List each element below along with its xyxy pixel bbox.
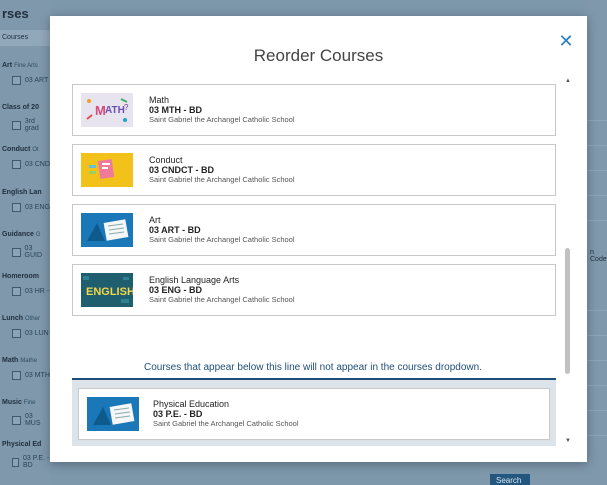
course-card-physical-education[interactable]: Physical Education 03 P.E. - BD Saint Ga… — [78, 388, 550, 440]
checkbox — [12, 415, 21, 425]
course-card-math[interactable]: M ATH ? Math 03 MTH - BD Saint Gabriel t… — [72, 84, 556, 136]
dialog-title: Reorder Courses — [253, 46, 384, 65]
checkbox — [12, 203, 21, 212]
background-tab-courses: Courses — [0, 30, 50, 46]
course-code: 03 P.E. - BD — [153, 409, 203, 419]
reorder-courses-dialog: Reorder Courses ✕ M ATH ? Math 03 MTH - … — [50, 16, 587, 462]
divider — [587, 360, 607, 361]
background-right-panel — [587, 0, 607, 485]
background-column-label: n Code — [590, 249, 607, 263]
background-group-pe: Physical Ed 03 P.E. - BD — [2, 441, 50, 469]
background-page-title: rses — [2, 6, 29, 21]
english-thumbnail: ENGLISH — [81, 273, 133, 307]
checkbox — [12, 76, 21, 85]
divider — [587, 410, 607, 411]
course-code: 03 CNDCT - BD — [149, 165, 215, 175]
checkbox — [12, 371, 21, 380]
course-school: Saint Gabriel the Archangel Catholic Sch… — [149, 235, 295, 244]
checkbox — [12, 287, 21, 296]
course-school: Saint Gabriel the Archangel Catholic Sch… — [153, 419, 299, 428]
checkbox — [12, 247, 21, 257]
background-group-class: Class of 20 3rd grad — [2, 104, 39, 132]
scroll-down-arrow-icon[interactable]: ▼ — [564, 438, 572, 444]
svg-text:?: ? — [124, 103, 129, 112]
divider — [587, 385, 607, 386]
math-thumbnail: M ATH ? — [81, 93, 133, 127]
scrollbar-thumb[interactable] — [565, 248, 570, 374]
course-code: 03 ART - BD — [149, 225, 201, 235]
pe-thumbnail — [87, 397, 139, 431]
list-scrollbar[interactable]: ▲ ▼ — [564, 76, 572, 448]
course-card-conduct[interactable]: Conduct 03 CNDCT - BD Saint Gabriel the … — [72, 144, 556, 196]
dropdown-cutoff-notice: Courses that appear below this line will… — [144, 362, 482, 373]
background-course-list: rses Courses Art Fine Arts 03 ART Class … — [0, 0, 50, 485]
background-group-art: Art Fine Arts 03 ART — [2, 62, 49, 85]
course-code: 03 ENG - BD — [149, 285, 203, 295]
divider — [587, 120, 607, 121]
background-group-lunch: Lunch Other 03 LUN — [2, 315, 49, 338]
scroll-up-arrow-icon[interactable]: ▲ — [564, 78, 572, 84]
search-button: Search — [490, 474, 530, 485]
background-group-homeroom: Homeroom 03 HR - — [2, 273, 50, 296]
background-group-math: Math Mathe 03 MTH — [2, 357, 50, 380]
checkbox — [12, 120, 21, 130]
course-card-art[interactable]: Art 03 ART - BD Saint Gabriel the Archan… — [72, 204, 556, 256]
course-school: Saint Gabriel the Archangel Catholic Sch… — [149, 175, 295, 184]
background-group-english: English Lan 03 ENG — [2, 189, 50, 212]
course-name: Art — [149, 215, 161, 225]
checkbox — [12, 457, 19, 467]
close-icon[interactable]: ✕ — [558, 32, 574, 50]
svg-text:ATH: ATH — [105, 105, 125, 116]
course-school: Saint Gabriel the Archangel Catholic Sch… — [149, 295, 295, 304]
conduct-thumbnail — [81, 153, 133, 187]
course-name: English Language Arts — [149, 275, 240, 285]
divider — [587, 310, 607, 311]
svg-text:ENGLISH: ENGLISH — [86, 286, 133, 298]
art-thumbnail — [81, 213, 133, 247]
divider — [587, 335, 607, 336]
course-name: Math — [149, 95, 170, 105]
course-code: 03 MTH - BD — [149, 105, 203, 115]
background-group-guidance: Guidance G 03 GUID — [2, 231, 43, 259]
background-group-music: Music Fine 03 MUS — [2, 399, 41, 427]
course-name: Conduct — [149, 155, 183, 165]
divider — [587, 145, 607, 146]
background-group-conduct: Conduct Ot 03 CND — [2, 146, 50, 169]
checkbox — [12, 160, 21, 169]
divider — [587, 195, 607, 196]
checkbox — [12, 329, 21, 338]
course-name: Physical Education — [153, 399, 230, 409]
divider — [587, 220, 607, 221]
course-reorder-list[interactable]: M ATH ? Math 03 MTH - BD Saint Gabriel t… — [70, 76, 568, 446]
divider — [587, 435, 607, 436]
divider — [587, 170, 607, 171]
course-card-english[interactable]: ENGLISH English Language Arts 03 ENG - B… — [72, 264, 556, 316]
course-school: Saint Gabriel the Archangel Catholic Sch… — [149, 115, 295, 124]
